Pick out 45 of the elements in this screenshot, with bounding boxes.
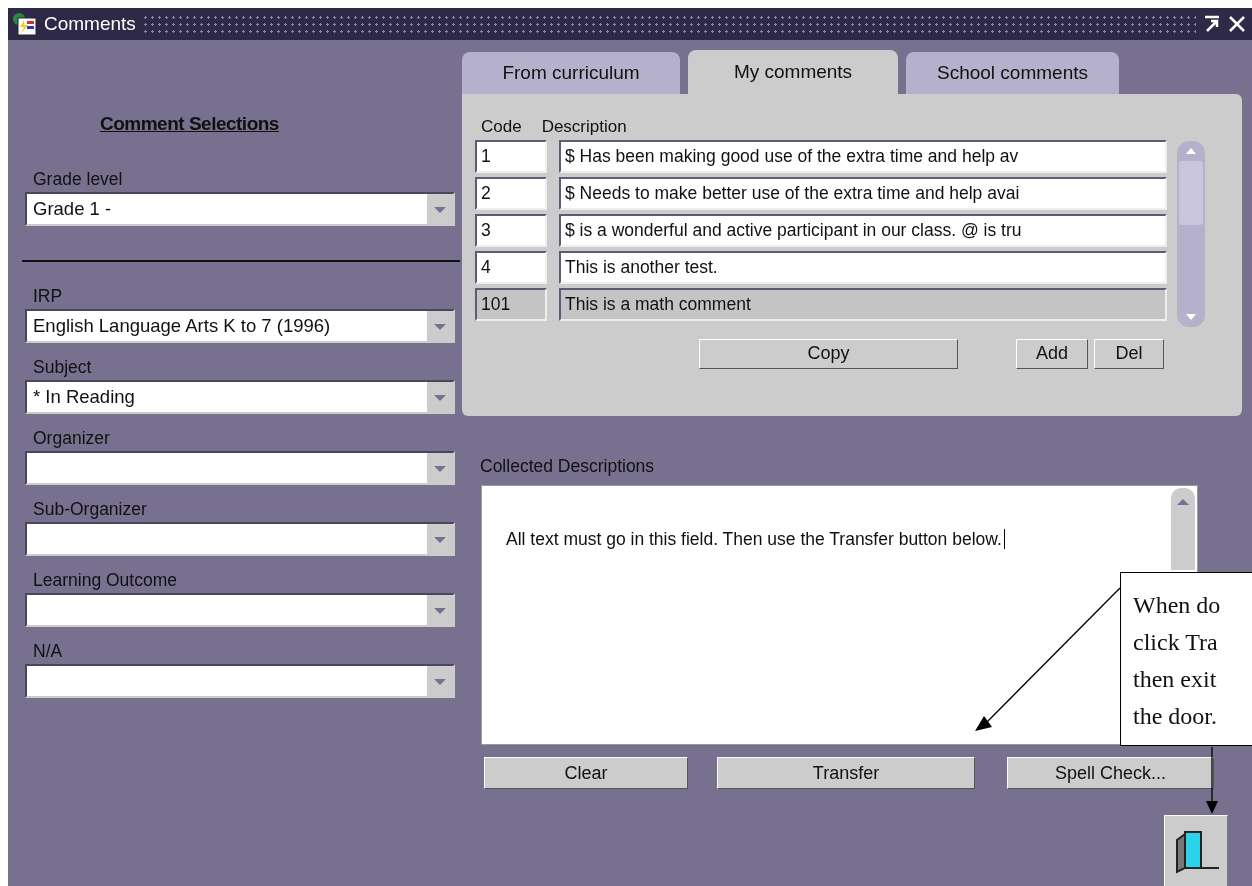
section-heading: Comment Selections [100, 112, 279, 136]
button[interactable]: Transfer [717, 757, 975, 790]
code-field[interactable]: 101 [475, 287, 547, 321]
description-field[interactable]: $ Needs to make better use of the extra time and help avai [559, 176, 1167, 210]
pin-icon[interactable] [1202, 14, 1222, 34]
button[interactable]: Spell Check... [1007, 757, 1214, 790]
code-field[interactable]: 2 [475, 176, 547, 210]
field-label: Subject [33, 356, 93, 377]
tab[interactable]: From curriculum [462, 52, 680, 94]
description-field[interactable]: $ is a wonderful and active participant in our class. @ is tru [559, 213, 1167, 247]
close-icon[interactable] [1228, 15, 1246, 33]
code-field[interactable]: 3 [475, 213, 547, 247]
button[interactable]: Add [1016, 338, 1088, 369]
code-field[interactable]: 4 [475, 250, 547, 284]
description-field[interactable]: This is another test. [559, 250, 1167, 284]
button[interactable]: Clear [484, 757, 688, 790]
window-title: Comments [44, 11, 136, 36]
dropdown-field[interactable] [25, 450, 455, 485]
field-label: Organizer [33, 427, 111, 448]
callout-text: When do click Tra then exit the door. [1120, 572, 1252, 746]
field-label: Collected Descriptions [480, 455, 656, 478]
code-field[interactable]: 1 [475, 139, 547, 173]
field-label: N/A [33, 640, 64, 661]
description-field[interactable]: This is a math comment [559, 287, 1167, 321]
field-label: Grade level [33, 168, 124, 189]
dropdown-field[interactable]: * In Reading [25, 379, 455, 414]
field-label: Sub-Organizer [33, 498, 148, 519]
exit-button[interactable] [1164, 815, 1228, 886]
column-header: Description [541, 116, 627, 138]
app-icon [12, 12, 38, 36]
button[interactable]: Del [1094, 338, 1164, 369]
button[interactable]: Copy [699, 338, 958, 369]
dropdown-field[interactable] [25, 521, 455, 556]
callout-arrow [1206, 746, 1218, 814]
field-label: IRP [33, 285, 64, 306]
dropdown-field[interactable] [25, 592, 455, 627]
dropdown-field[interactable]: English Language Arts K to 7 (1996) [25, 308, 455, 343]
dropdown-field[interactable] [25, 663, 455, 698]
tab[interactable]: My comments [688, 50, 898, 94]
description-field[interactable]: $ Has been making good use of the extra time and help av [559, 139, 1167, 173]
tab[interactable]: School comments [906, 52, 1119, 94]
field-label: Learning Outcome [33, 569, 178, 590]
scrollbar[interactable] [1171, 488, 1195, 571]
column-header: Code [481, 116, 522, 138]
dropdown-field[interactable]: Grade 1 - [25, 191, 455, 226]
